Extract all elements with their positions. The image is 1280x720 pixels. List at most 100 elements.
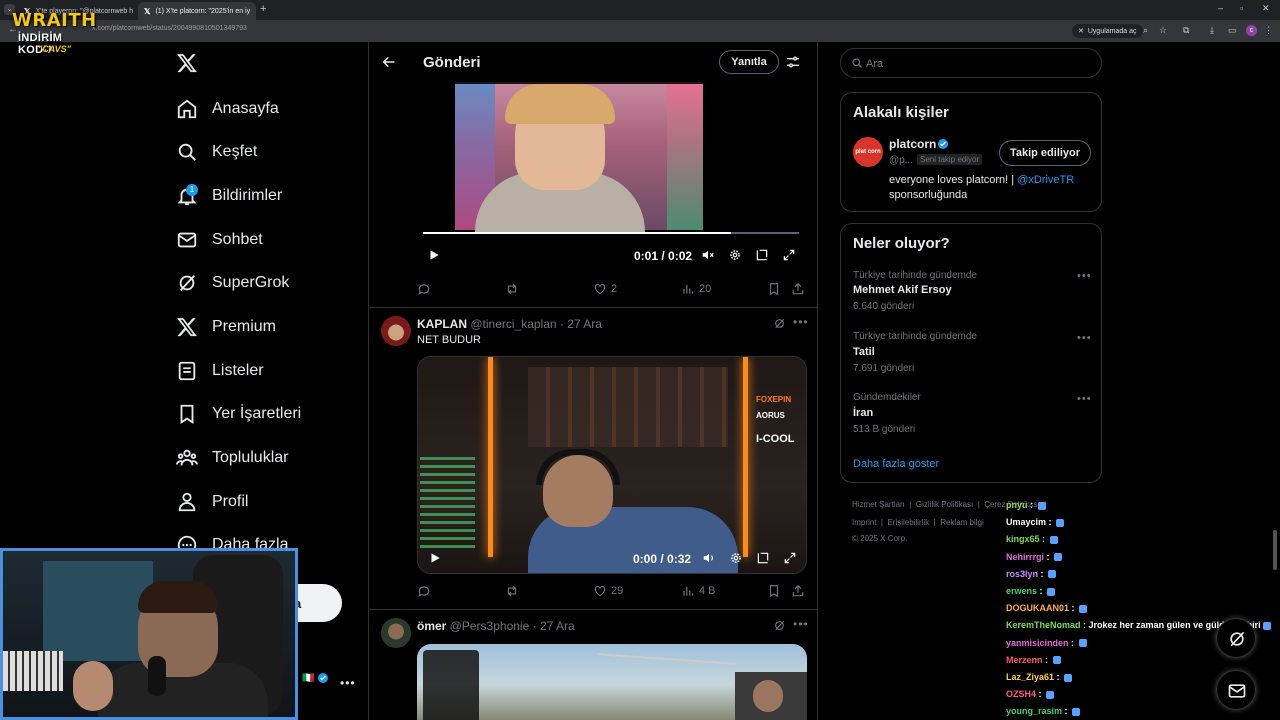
nav-messages[interactable]: Sohbet (176, 225, 263, 255)
mute-icon[interactable] (701, 248, 715, 262)
nav-profile[interactable]: Profil (176, 487, 248, 517)
card-title: Alakalı kişiler (853, 104, 949, 121)
footer-link[interactable]: Reklam bilgi (940, 518, 984, 527)
video-player[interactable]: FOXEPIN AORUS I-COOL 0:00 / 0:32 (417, 356, 807, 574)
views-action[interactable]: 4 B (681, 584, 716, 598)
back-arrow-icon[interactable] (381, 54, 397, 70)
share-icon (792, 282, 804, 295)
chat-emote-icon (1037, 501, 1046, 510)
chat-message: Merzenn : (1006, 655, 1061, 665)
more-options-icon[interactable]: ••• (793, 617, 809, 631)
search-input[interactable]: Ara (840, 48, 1102, 78)
window-close-button[interactable]: ✕ (1262, 3, 1270, 14)
open-in-app-button[interactable]: ✕ Uygulamada aç (1072, 24, 1143, 38)
share-action[interactable] (791, 282, 805, 296)
avatar[interactable]: plat corn (853, 137, 883, 167)
nav-communities[interactable]: Topluluklar (176, 443, 288, 473)
reply-action[interactable] (417, 282, 431, 296)
fullscreen-icon[interactable] (783, 551, 797, 565)
more-options-icon[interactable]: ••• (1077, 270, 1092, 282)
views-action[interactable]: 20 (681, 282, 711, 296)
picture-in-picture-icon[interactable] (755, 248, 769, 262)
trend-name[interactable]: İran (853, 407, 873, 419)
sponsor-brand: WRAITH (12, 10, 97, 31)
settings-sliders-icon[interactable] (785, 54, 801, 70)
avatar[interactable] (381, 316, 411, 346)
grok-icon[interactable] (773, 317, 786, 330)
author-name[interactable]: ömer (417, 619, 446, 633)
bookmark-action[interactable] (767, 584, 781, 598)
nav-explore[interactable]: Keşfet (176, 137, 257, 167)
browser-menu-icon[interactable]: ⋮ (1264, 25, 1273, 36)
verified-badge-icon (318, 673, 328, 683)
chat-message: Laz_Ziya61 : (1006, 672, 1073, 682)
author-handle[interactable]: @Pers3phonie (450, 619, 530, 633)
bookmark-star-icon[interactable]: ☆ (1159, 25, 1167, 36)
footer-link[interactable]: Hizmet Şartları (852, 500, 905, 509)
following-button[interactable]: Takip ediliyor (999, 140, 1091, 166)
avatar[interactable] (381, 618, 411, 648)
bookmark-action[interactable] (767, 282, 781, 296)
footer-link[interactable]: Imprint (852, 518, 876, 527)
chat-username: Merzenn (1006, 654, 1043, 665)
more-options-icon[interactable]: ••• (793, 315, 809, 329)
reply-action[interactable] (417, 584, 431, 598)
video-player[interactable]: 0:01 / 0:02 (417, 72, 807, 273)
more-options-icon[interactable]: ••• (1077, 393, 1092, 405)
zoom-icon[interactable]: ⌕ (1143, 25, 1148, 36)
browser-tab-active[interactable]: 𝕏 (1) X'te platcorn: "2025'in en iy ✕ (138, 2, 256, 20)
video-progress-bar[interactable] (423, 232, 799, 234)
x-logo-icon[interactable] (176, 52, 198, 74)
trend-name[interactable]: Mehmet Akif Ersoy (853, 284, 952, 296)
tweet-media[interactable] (417, 644, 807, 720)
bio-link[interactable]: @xDriveTR (1017, 174, 1074, 186)
verified-badge-icon (938, 139, 948, 149)
browser-profile-avatar[interactable]: c (1246, 25, 1257, 36)
user-name[interactable]: platcorn (889, 137, 936, 151)
more-options-icon[interactable]: ••• (1077, 332, 1092, 344)
close-tab-icon[interactable]: ✕ (255, 7, 256, 16)
like-action[interactable]: 2 (593, 282, 617, 296)
repost-action[interactable] (505, 282, 519, 296)
new-tab-button[interactable]: + (260, 3, 266, 15)
nav-notifications[interactable]: 1 Bildirimler (176, 181, 282, 211)
nav-supergrok[interactable]: SuperGrok (176, 268, 289, 298)
download-icon[interactable]: ⤓ (1210, 25, 1214, 36)
author-handle[interactable]: @tinerci_kaplan (470, 317, 556, 331)
footer-link[interactable]: Erişilebilirlik (887, 518, 929, 527)
like-action[interactable]: 29 (593, 584, 623, 598)
url-field[interactable]: x.com/platcornweb/status/200499081050134… (92, 25, 247, 32)
tweet-date[interactable]: · 27 Ara (560, 317, 602, 331)
play-icon[interactable] (428, 551, 442, 565)
settings-gear-icon[interactable] (728, 248, 742, 262)
minimize-button[interactable]: – (1218, 3, 1223, 13)
nav-bookmarks[interactable]: Yer İşaretleri (176, 399, 301, 429)
repost-action[interactable] (505, 584, 519, 598)
fullscreen-icon[interactable] (782, 248, 796, 262)
share-action[interactable] (791, 584, 805, 598)
nav-lists[interactable]: Listeler (176, 356, 264, 386)
extensions-icon[interactable]: ⧉ (1183, 25, 1189, 36)
show-more-link[interactable]: Daha fazla göster (853, 458, 939, 470)
reply-button[interactable]: Yanıtla (719, 50, 779, 74)
grok-icon[interactable] (773, 619, 786, 632)
nav-label: Anasayfa (212, 100, 279, 117)
play-icon[interactable] (427, 248, 441, 262)
grok-fab-button[interactable] (1216, 618, 1256, 658)
messages-fab-button[interactable] (1216, 670, 1256, 710)
account-menu-icon[interactable]: ••• (340, 676, 356, 690)
maximize-button[interactable]: ▫ (1240, 3, 1243, 13)
footer-link[interactable]: Gizlilik Politikası (916, 500, 973, 509)
settings-gear-icon[interactable] (729, 551, 743, 565)
volume-icon[interactable] (702, 551, 716, 565)
picture-in-picture-icon[interactable] (756, 551, 770, 565)
trend-name[interactable]: Tatil (853, 346, 875, 358)
user-handle[interactable]: @p... (889, 155, 913, 166)
nav-premium[interactable]: Premium (176, 312, 276, 342)
scrollbar[interactable] (1273, 530, 1277, 570)
chat-message: Umaycim : (1006, 517, 1065, 527)
author-name[interactable]: KAPLAN (417, 317, 467, 331)
tweet-date[interactable]: · 27 Ara (533, 619, 575, 633)
nav-home[interactable]: Anasayfa (176, 94, 279, 124)
cast-icon[interactable]: ▭ (1228, 25, 1237, 36)
